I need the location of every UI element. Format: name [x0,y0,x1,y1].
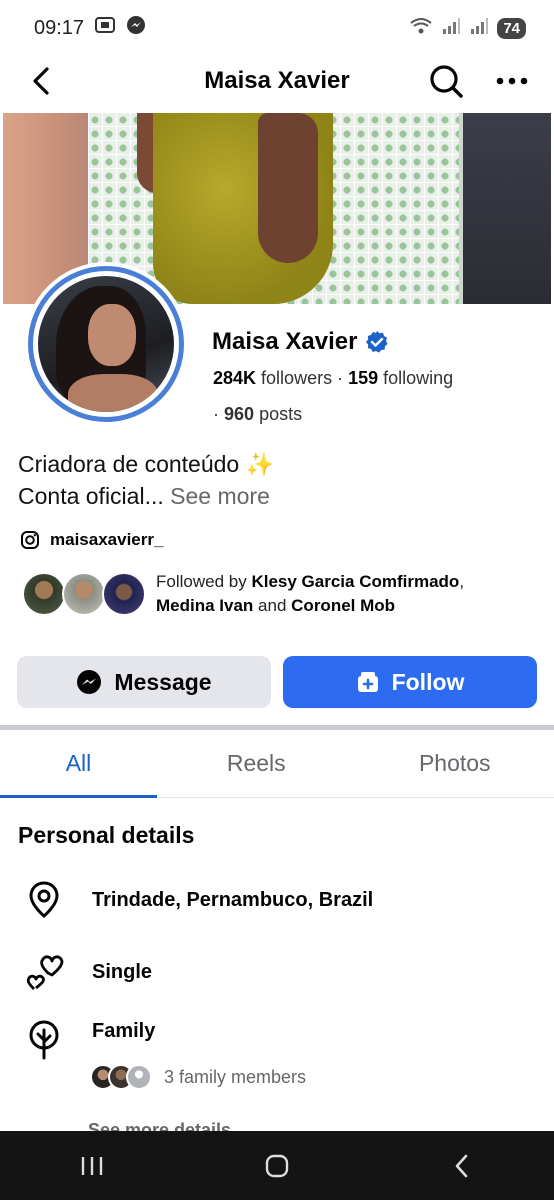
mutual-avatar [22,572,66,616]
location-pin-icon [24,880,64,920]
recent-apps-icon [82,1156,103,1175]
verified-badge-icon [366,331,389,353]
follow-stats: 284K followers · 159 following [213,368,454,388]
profile-name: Maisa Xavier [212,328,389,356]
back-arrow-icon [33,67,49,95]
personal-details-title: Personal details [18,822,195,848]
family-avatar [126,1064,152,1090]
instagram-handle: maisaxavierr_ [50,530,164,549]
status-time: 09:17 [34,16,85,39]
back-button[interactable] [22,61,62,101]
family-tree-icon [24,1020,64,1060]
profile-name-text: Maisa Xavier [212,328,358,355]
follow-user-icon [357,672,378,692]
family-members[interactable]: 3 family members [90,1064,306,1090]
followers-label[interactable]: followers [261,368,332,388]
avatar-shoulder [68,374,158,412]
back-chevron-icon [455,1154,467,1177]
home-button[interactable] [247,1136,307,1196]
system-nav-bar [0,1131,554,1200]
message-button[interactable]: Message [17,656,271,708]
messenger-icon [77,670,102,694]
relationship-text: Single [92,960,153,983]
mutual-avatar [102,572,146,616]
followed-by-prefix: Followed by [156,572,247,591]
hearts-icon [24,952,64,992]
tab-all[interactable]: All [0,730,157,798]
status-right: 74 [409,16,526,41]
following-label[interactable]: following [383,368,453,388]
status-left: 09:17 [34,15,146,41]
location-text: Trindade, Pernambuco, Brazil [92,888,374,911]
instagram-icon [21,531,39,549]
posts-label: posts [259,404,303,424]
profile-avatar[interactable] [24,262,188,426]
cover-arm-2 [258,113,318,263]
messenger-notification-icon [126,15,146,41]
mutual-avatars [22,572,146,616]
more-options-button[interactable] [492,61,532,101]
tab-photos[interactable]: Photos [356,730,554,797]
posts-stats: · 960 posts [213,404,303,424]
bio-line-1: Criadora de conteúdo ✨ [18,451,275,477]
family-avatars [90,1064,152,1090]
family-label: Family [92,1020,156,1042]
home-icon [265,1154,289,1177]
detail-family: Family [24,1020,155,1060]
family-members-text: 3 family members [164,1066,307,1087]
status-bar: 09:17 74 [0,0,554,56]
following-count[interactable]: 159 [348,368,378,388]
followed-by-text: Followed by Klesy Garcia Comfirmado, Med… [156,572,465,615]
system-back-button[interactable] [432,1136,492,1196]
detail-relationship: Single [24,952,152,992]
wifi-icon [409,16,433,41]
see-more-link[interactable]: See more [170,483,270,509]
follower-name-3[interactable]: Coronel Mob [291,596,395,615]
signal-icon-2 [469,17,489,40]
bio-line-2: Conta oficial... See more [18,480,274,512]
message-button-label: Message [114,668,212,695]
posts-count: 960 [224,404,255,424]
mutual-followers[interactable]: Followed by Klesy Garcia Comfirmado, Med… [22,570,464,618]
more-dots-icon [496,77,528,85]
screenshot-icon [94,15,116,41]
avatar-photo [38,276,174,412]
profile-tabs: All Reels Photos [0,730,554,798]
follow-button-label: Follow [391,668,465,695]
follower-name-2[interactable]: Medina Ivan [156,596,253,615]
followed-by-and: and [258,596,287,615]
top-header: Maisa Xavier [0,56,554,106]
bio-line-2-text: Conta oficial... [18,483,164,509]
detail-location: Trindade, Pernambuco, Brazil [24,880,373,920]
header-actions [426,61,532,101]
signal-icon [441,17,461,40]
avatar-face [88,304,136,366]
tab-reels[interactable]: Reels [157,730,356,797]
battery-indicator: 74 [497,17,526,39]
mutual-avatar [62,572,106,616]
avatar-story-ring [28,266,184,422]
follow-button[interactable]: Follow [283,656,537,708]
search-icon [430,65,463,98]
cover-door [459,113,551,304]
follower-name-1[interactable]: Klesy Garcia Comfirmado [251,572,459,591]
followers-count[interactable]: 284K [213,368,256,388]
profile-bio: Criadora de conteúdo ✨ Conta oficial... … [18,448,274,512]
recent-apps-button[interactable] [62,1136,122,1196]
search-button[interactable] [426,61,466,101]
instagram-link[interactable]: maisaxavierr_ [20,530,163,550]
